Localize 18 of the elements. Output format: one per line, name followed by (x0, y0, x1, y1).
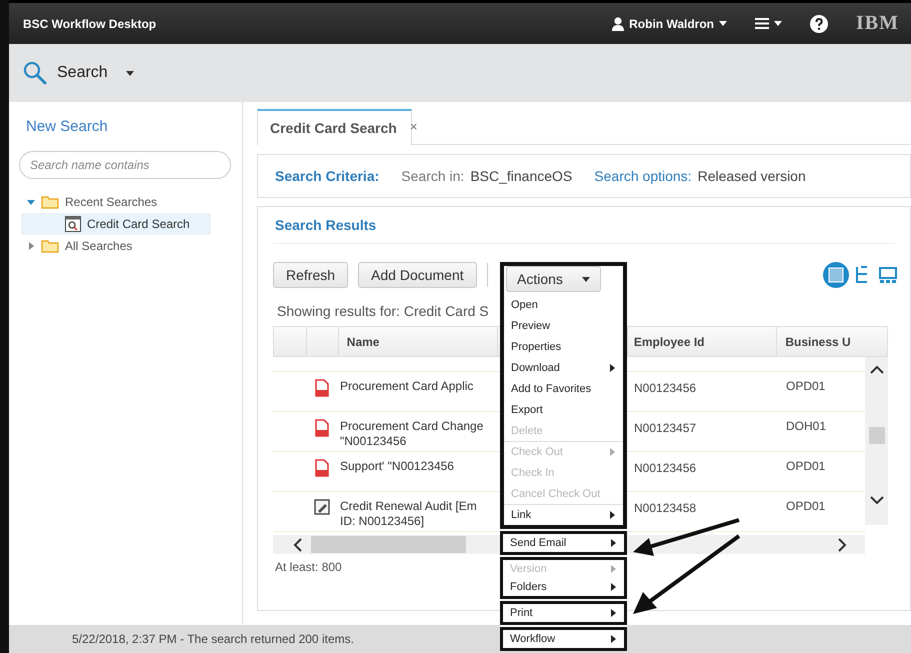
result-count: At least: 800 (275, 560, 342, 574)
table-cell-text: OPD01 (785, 498, 826, 515)
criteria-title: Search Criteria: (275, 168, 380, 184)
search-options-label: Search options: (594, 168, 692, 184)
search-in-value: BSC_financeOS (470, 168, 572, 184)
table-cell-text: N00123456 (633, 460, 698, 477)
app-title: BSC Workflow Desktop (23, 16, 156, 30)
results-title: Search Results (273, 207, 895, 244)
table-cell-text: OPD01 (785, 378, 826, 395)
results-summary: Showing results for: Credit Card S (277, 303, 489, 319)
search-options-value: Released version (698, 168, 806, 184)
search-in-label: Search in: (401, 168, 464, 184)
table-cell-text: OPD01 (785, 458, 826, 475)
table-cell-text: N00123456 (633, 380, 698, 397)
table-cell-text: DOH01 (785, 418, 828, 435)
table-cell-text: N00123458 (633, 500, 698, 517)
logo: IBM (856, 12, 899, 35)
table-cell-text: N00123457 (633, 420, 698, 437)
